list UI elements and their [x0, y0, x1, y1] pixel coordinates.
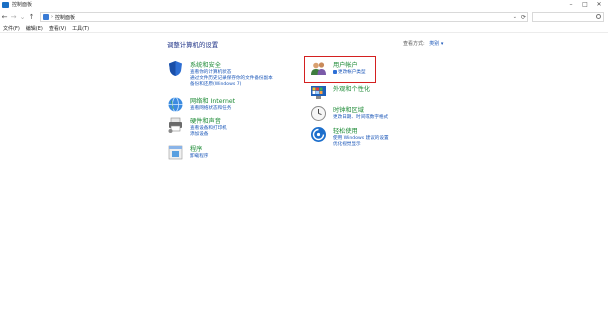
clock-icon[interactable] [310, 105, 327, 122]
category-programs: 程序 卸载程序 [167, 144, 307, 174]
shield-icon[interactable] [167, 60, 184, 77]
minimize-button[interactable]: – [564, 0, 578, 10]
chevron-down-icon[interactable]: ⌄ [513, 13, 517, 22]
category-title[interactable]: 时钟和区域 [333, 105, 364, 114]
link-network-status[interactable]: 查看网络状态和任务 [190, 105, 231, 111]
breadcrumb-separator: › [51, 14, 53, 20]
category-title[interactable]: 外观和个性化 [333, 84, 370, 93]
printer-icon[interactable] [167, 116, 184, 133]
highlight-annotation [304, 56, 376, 83]
maximize-button[interactable]: □ [578, 0, 592, 10]
forward-arrow-icon[interactable]: → [9, 11, 18, 23]
link-backup-restore[interactable]: 备份和还原(Windows 7) [190, 81, 241, 87]
menu-file[interactable]: 文件(F) [3, 25, 20, 32]
view-by: 查看方式: 类别 ▾ [403, 40, 443, 47]
view-by-dropdown[interactable]: 类别 ▾ [429, 41, 443, 47]
recent-locations-icon[interactable]: ⌄ [18, 11, 27, 23]
close-button[interactable]: ✕ [592, 0, 606, 10]
address-field[interactable]: › 控制面板 ⌄ ⟳ [40, 12, 528, 22]
control-panel-icon [2, 2, 9, 8]
back-arrow-icon[interactable]: ← [0, 11, 9, 23]
refresh-icon[interactable]: ⟳ [521, 13, 526, 22]
breadcrumb[interactable]: 控制面板 [55, 14, 75, 21]
link-add-device[interactable]: 添加设备 [190, 131, 208, 137]
window-controls: – □ ✕ [564, 0, 606, 10]
search-input[interactable] [532, 12, 604, 22]
category-title[interactable]: 程序 [190, 144, 202, 153]
view-by-label: 查看方式: [403, 41, 425, 47]
link-optimize-display[interactable]: 优化视觉显示 [333, 141, 361, 147]
address-bar: ← → ⌄ ↑ › 控制面板 ⌄ ⟳ [0, 10, 608, 24]
menu-view[interactable]: 查看(V) [49, 25, 66, 32]
page-title: 调整计算机的设置 [167, 41, 219, 49]
link-change-date-time[interactable]: 更改日期、时间或数字格式 [333, 114, 388, 120]
category-title[interactable]: 轻松使用 [333, 126, 358, 135]
search-icon [596, 14, 601, 19]
menu-bar: 文件(F) 编辑(E) 查看(V) 工具(T) [0, 24, 608, 33]
menu-tools[interactable]: 工具(T) [72, 25, 89, 32]
programs-icon[interactable] [167, 144, 184, 161]
category-title[interactable]: 系统和安全 [190, 60, 221, 69]
category-ease-of-access: 轻松使用 使用 Windows 建议的设置 优化视觉显示 [310, 126, 450, 156]
link-uninstall-program[interactable]: 卸载程序 [190, 153, 208, 159]
up-arrow-icon[interactable]: ↑ [27, 11, 36, 23]
category-title[interactable]: 网络和 Internet [190, 96, 235, 105]
category-system-security: 系统和安全 查看你的计算机状态 通过文件历史记录保存你的文件备份副本 备份和还原… [167, 60, 307, 90]
network-globe-icon[interactable] [167, 96, 184, 113]
category-hardware-sound: 硬件和声音 查看设备和打印机 添加设备 [167, 116, 307, 146]
menu-edit[interactable]: 编辑(E) [26, 25, 43, 32]
appearance-monitor-icon[interactable] [310, 84, 327, 101]
category-title[interactable]: 硬件和声音 [190, 116, 221, 125]
window-title: 控制面板 [12, 2, 33, 8]
control-panel-icon [43, 14, 49, 20]
title-bar: 控制面板 – □ ✕ [0, 0, 608, 10]
ease-of-access-icon[interactable] [310, 126, 327, 143]
